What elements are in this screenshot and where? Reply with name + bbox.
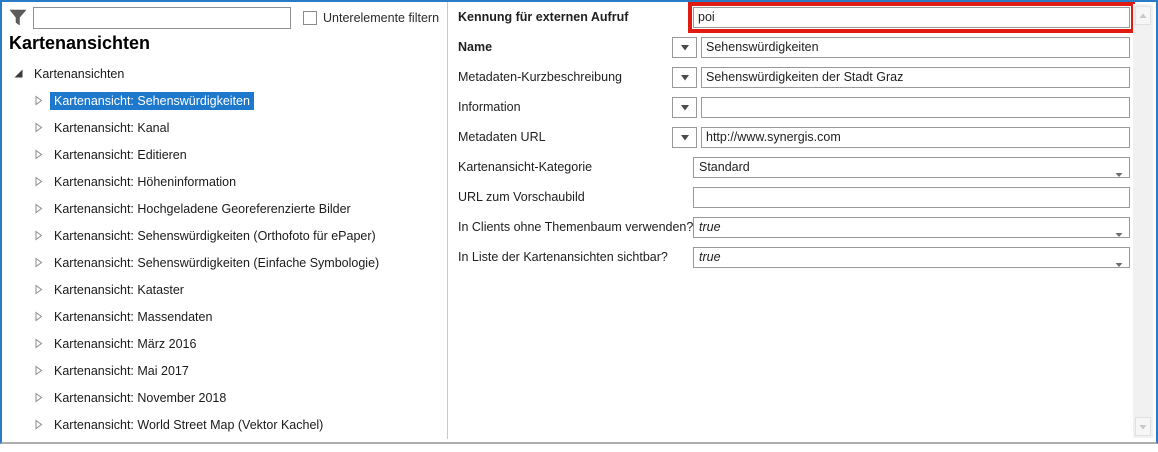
themenbaum-select-value: true xyxy=(699,220,721,234)
expand-icon[interactable] xyxy=(33,176,44,187)
kurzbeschreibung-input[interactable] xyxy=(701,66,1130,88)
form-row-kennung: Kennung für externen Aufruf xyxy=(448,1,1135,33)
tree-item-label: Kartenansicht: Mai 2017 xyxy=(54,363,189,378)
tree-item[interactable]: Kartenansicht: Hochgeladene Georeferenzi… xyxy=(2,195,445,222)
name-language-dropdown-button[interactable] xyxy=(672,36,697,58)
kennung-input[interactable] xyxy=(688,1,1135,33)
form-row-kategorie: Kartenansicht-Kategorie Standard xyxy=(448,152,1134,182)
vertical-scrollbar[interactable] xyxy=(1133,4,1153,438)
panel-title: Kartenansichten xyxy=(9,33,151,53)
information-label: Information xyxy=(458,100,521,114)
tree-item-label: Kartenansicht: World Street Map (Vektor … xyxy=(54,417,324,432)
themenbaum-label: In Clients ohne Themenbaum verwenden? xyxy=(458,220,694,234)
sichtbar-label: In Liste der Kartenansichten sichtbar? xyxy=(458,250,668,264)
form-row-themenbaum: In Clients ohne Themenbaum verwenden? tr… xyxy=(448,212,1134,242)
sichtbar-select-value: true xyxy=(699,250,721,264)
collapse-icon[interactable] xyxy=(13,68,24,79)
scroll-up-button[interactable] xyxy=(1135,6,1151,25)
expand-icon[interactable] xyxy=(33,257,44,268)
map-views-tree: Kartenansichten Kartenansicht: Sehenswür… xyxy=(2,60,445,438)
metadaten-url-language-dropdown-button[interactable] xyxy=(672,126,697,148)
tree-item-label: Kartenansicht: Höheninformation xyxy=(54,174,237,189)
form-row-metadaten-url: Metadaten URL xyxy=(448,122,1134,152)
form-row-kurzbeschreibung: Metadaten-Kurzbeschreibung xyxy=(448,62,1134,92)
tree-item-label: Kartenansicht: Sehenswürdigkeiten (Einfa… xyxy=(54,255,380,270)
sichtbar-select[interactable]: true xyxy=(693,246,1130,268)
tree-item-label: Kartenansicht: Kataster xyxy=(54,282,184,297)
vorschaubild-label: URL zum Vorschaubild xyxy=(458,190,585,204)
kurzbeschreibung-label: Metadaten-Kurzbeschreibung xyxy=(458,70,622,84)
expand-icon[interactable] xyxy=(33,203,44,214)
kurzbeschreibung-language-dropdown-button[interactable] xyxy=(672,66,697,88)
chevron-down-icon xyxy=(1115,255,1123,273)
tree-item[interactable]: Kartenansicht: November 2018 xyxy=(2,384,445,411)
information-language-dropdown-button[interactable] xyxy=(672,96,697,118)
vorschaubild-input[interactable] xyxy=(693,186,1130,208)
expand-icon[interactable] xyxy=(33,338,44,349)
tree-item[interactable]: Kartenansicht: Sehenswürdigkeiten (Ortho… xyxy=(2,222,445,249)
tree-item-label: Kartenansicht: Massendaten xyxy=(54,309,213,324)
tree-filter-input[interactable] xyxy=(33,7,291,29)
metadaten-url-label: Metadaten URL xyxy=(458,130,546,144)
tree-item[interactable]: Kartenansicht: World Street Map (Vektor … xyxy=(2,411,445,438)
app-window: Unterelemente filtern Kartenansichten Ka… xyxy=(0,0,1158,452)
filter-icon[interactable] xyxy=(8,8,28,28)
subelements-filter-checkbox[interactable] xyxy=(303,11,317,25)
bottom-strip xyxy=(0,444,1158,452)
chevron-down-icon xyxy=(1115,225,1123,243)
tree-panel: Unterelemente filtern Kartenansichten Ka… xyxy=(2,2,447,440)
tree-item-label: Kartenansicht: März 2016 xyxy=(54,336,197,351)
expand-icon[interactable] xyxy=(33,311,44,322)
tree-item-label: Kartenansicht: Editieren xyxy=(54,147,187,162)
form-row-information: Information xyxy=(448,92,1134,122)
tree-item[interactable]: Kartenansicht: Sehenswürdigkeiten xyxy=(2,87,445,114)
tree-item-label: Kartenansicht: November 2018 xyxy=(54,390,227,405)
kategorie-label: Kartenansicht-Kategorie xyxy=(458,160,593,174)
expand-icon[interactable] xyxy=(33,230,44,241)
tree-root-label: Kartenansichten xyxy=(34,66,125,81)
expand-icon[interactable] xyxy=(33,284,44,295)
tree-item-label-selected: Kartenansicht: Sehenswürdigkeiten xyxy=(50,91,254,110)
tree-item[interactable]: Kartenansicht: Sehenswürdigkeiten (Einfa… xyxy=(2,249,445,276)
name-input[interactable] xyxy=(701,36,1130,58)
kategorie-select[interactable]: Standard xyxy=(693,156,1130,178)
expand-icon[interactable] xyxy=(33,122,44,133)
tree-item[interactable]: Kartenansicht: Kataster xyxy=(2,276,445,303)
tree-item-label: Kartenansicht: Kanal xyxy=(54,120,170,135)
expand-icon[interactable] xyxy=(33,95,44,106)
kategorie-select-value: Standard xyxy=(699,160,750,174)
tree-item-label: Kartenansicht: Sehenswürdigkeiten (Ortho… xyxy=(54,228,376,243)
tree-item[interactable]: Kartenansicht: März 2016 xyxy=(2,330,445,357)
chevron-down-icon xyxy=(1115,165,1123,183)
tree-item[interactable]: Kartenansicht: Mai 2017 xyxy=(2,357,445,384)
tree-item[interactable]: Kartenansicht: Editieren xyxy=(2,141,445,168)
properties-panel: Kennung für externen Aufruf Name Metadat… xyxy=(448,1,1135,440)
filter-bar: Unterelemente filtern xyxy=(8,6,439,30)
tree-root[interactable]: Kartenansichten xyxy=(2,60,445,87)
expand-icon[interactable] xyxy=(33,419,44,430)
kennung-label: Kennung für externen Aufruf xyxy=(458,10,629,24)
form-row-vorschaubild: URL zum Vorschaubild xyxy=(448,182,1134,212)
scroll-down-button[interactable] xyxy=(1135,417,1151,436)
expand-icon[interactable] xyxy=(33,365,44,376)
subelements-filter-label: Unterelemente filtern xyxy=(323,11,440,25)
themenbaum-select[interactable]: true xyxy=(693,216,1130,238)
expand-icon[interactable] xyxy=(33,149,44,160)
tree-item-label: Kartenansicht: Hochgeladene Georeferenzi… xyxy=(54,201,351,216)
tree-item[interactable]: Kartenansicht: Kanal xyxy=(2,114,445,141)
form-row-name: Name xyxy=(448,32,1134,62)
expand-icon[interactable] xyxy=(33,392,44,403)
name-label: Name xyxy=(458,40,493,54)
window-frame: Unterelemente filtern Kartenansichten Ka… xyxy=(0,0,1158,444)
form-row-sichtbar: In Liste der Kartenansichten sichtbar? t… xyxy=(448,242,1134,272)
tree-item[interactable]: Kartenansicht: Höheninformation xyxy=(2,168,445,195)
metadaten-url-input[interactable] xyxy=(701,126,1130,148)
information-input[interactable] xyxy=(701,96,1130,118)
tree-item[interactable]: Kartenansicht: Massendaten xyxy=(2,303,445,330)
